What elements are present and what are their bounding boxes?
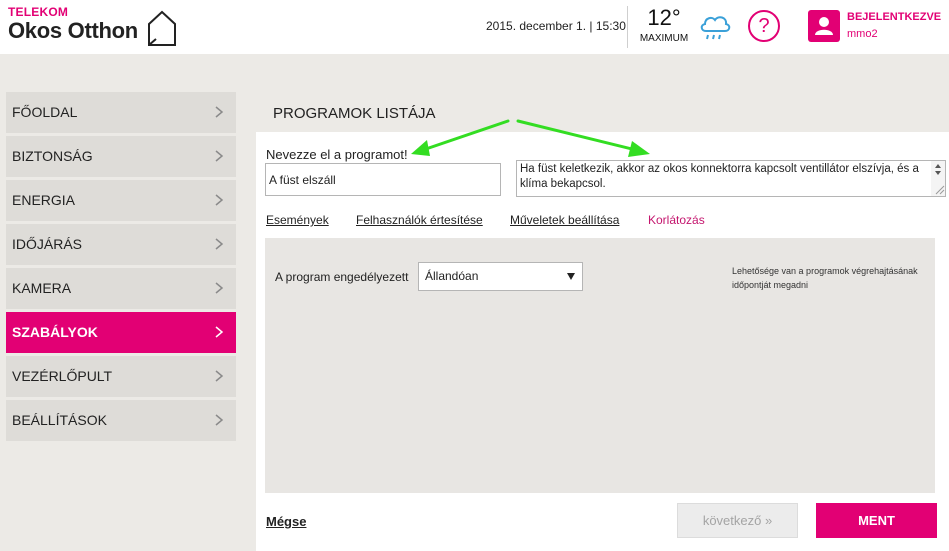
chevron-right-icon xyxy=(215,282,224,294)
chevron-right-icon xyxy=(215,326,224,338)
chevron-right-icon xyxy=(215,150,224,162)
textarea-scrollbar[interactable] xyxy=(931,161,945,196)
temperature-value: 12° xyxy=(647,5,681,30)
sidebar-item-fooldal[interactable]: FŐOLDAL xyxy=(6,92,236,133)
sidebar-item-biztonsag[interactable]: BIZTONSÁG xyxy=(6,136,236,177)
chevron-right-icon xyxy=(215,238,224,250)
chevron-right-icon xyxy=(215,194,224,206)
chevron-right-icon xyxy=(215,414,224,426)
save-button[interactable]: MENT xyxy=(816,503,937,538)
sidebar-item-label: BEÁLLÍTÁSOK xyxy=(12,412,107,428)
sidebar-item-label: IDŐJÁRÁS xyxy=(12,236,83,252)
sidebar-item-label: FŐOLDAL xyxy=(12,104,78,120)
program-description-textarea[interactable]: Ha füst keletkezik, akkor az okos konnek… xyxy=(516,160,946,197)
next-button[interactable]: következő » xyxy=(677,503,798,538)
tab-korlatozas[interactable]: Korlátozás xyxy=(648,213,705,227)
user-icon xyxy=(815,17,833,35)
program-name-label: Nevezze el a programot! xyxy=(266,147,408,162)
sidebar-item-label: KAMERA xyxy=(12,280,72,296)
help-icon[interactable]: ? xyxy=(748,10,780,42)
temperature-label: MAXIMUM xyxy=(639,33,689,44)
login-status-label: BEJELENTKEZVE xyxy=(847,11,942,23)
sidebar-item-label: SZABÁLYOK xyxy=(12,324,98,340)
permission-label: A program engedélyezett xyxy=(275,270,409,284)
datetime-display: 2015. december 1. | 15:30 xyxy=(486,19,626,33)
user-avatar[interactable] xyxy=(808,10,840,42)
rain-cloud-icon[interactable] xyxy=(698,12,732,42)
program-name-input[interactable] xyxy=(265,163,501,196)
chevron-right-icon xyxy=(215,106,224,118)
chevron-right-icon xyxy=(215,370,224,382)
sidebar-item-label: VEZÉRLŐPULT xyxy=(12,368,113,384)
sidebar-item-vezerlopult[interactable]: VEZÉRLŐPULT xyxy=(6,356,236,397)
sidebar-item-kamera[interactable]: KAMERA xyxy=(6,268,236,309)
username-label[interactable]: mmo2 xyxy=(847,28,878,40)
sidebar-item-idojaras[interactable]: IDŐJÁRÁS xyxy=(6,224,236,265)
house-icon xyxy=(148,10,176,46)
hint-text: Lehetősége van a programok végrehajtásán… xyxy=(732,266,918,290)
sidebar-item-energia[interactable]: ENERGIA xyxy=(6,180,236,221)
top-header: TELEKOM Okos Otthon 2015. december 1. | … xyxy=(0,0,949,54)
tab-muveletek-beallitasa[interactable]: Műveletek beállítása xyxy=(510,213,619,227)
tab-felhasznalok-ertesitese[interactable]: Felhasználók értesítése xyxy=(356,213,483,227)
temperature-widget: 12° MAXIMUM xyxy=(639,5,689,45)
permission-select[interactable]: Állandóan xyxy=(418,262,583,291)
sidebar-item-beallitasok[interactable]: BEÁLLÍTÁSOK xyxy=(6,400,236,441)
sidebar-item-label: BIZTONSÁG xyxy=(12,148,93,164)
brand-main-text: Okos Otthon xyxy=(8,18,138,43)
permission-selected-value: Állandóan xyxy=(425,269,479,283)
tab-esemenyek[interactable]: Események xyxy=(266,213,329,227)
sidebar-item-szabalyok[interactable]: SZABÁLYOK xyxy=(6,312,236,353)
sidebar-item-label: ENERGIA xyxy=(12,192,76,208)
cancel-link[interactable]: Mégse xyxy=(266,514,306,529)
page-title: PROGRAMOK LISTÁJA xyxy=(273,105,436,122)
brand-logo[interactable]: TELEKOM Okos Otthon xyxy=(8,6,138,43)
header-divider xyxy=(627,6,628,48)
caret-down-icon xyxy=(567,273,575,280)
